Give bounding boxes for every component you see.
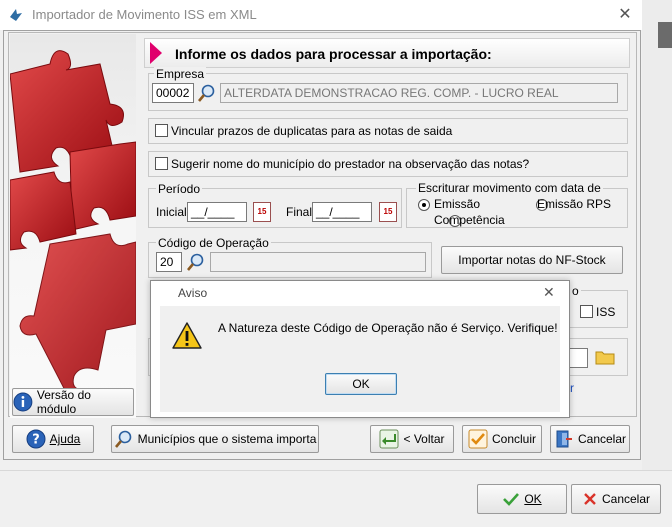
sugerir-checkbox[interactable] xyxy=(155,157,168,170)
modal-message: A Natureza deste Código de Operação não … xyxy=(218,321,558,335)
puzzle-image xyxy=(10,34,136,418)
search-icon xyxy=(114,430,131,448)
app-icon xyxy=(10,9,22,21)
concluir-button[interactable]: Concluir xyxy=(462,425,542,453)
codigo-field[interactable]: 20 xyxy=(156,252,182,272)
vincular-label: Vincular prazos de duplicatas para as no… xyxy=(171,124,453,138)
window-title: Importador de Movimento ISS em XML xyxy=(32,7,257,22)
codigo-search-icon[interactable] xyxy=(186,252,206,272)
municipios-button[interactable]: Municípios que o sistema importa xyxy=(111,425,319,453)
folder-icon[interactable] xyxy=(595,348,615,366)
ajuda-label: Ajuda xyxy=(49,432,81,446)
sugerir-label: Sugerir nome do município do prestador n… xyxy=(171,157,530,171)
emissao-label: Emissão xyxy=(434,197,481,211)
ok-button[interactable]: OK xyxy=(477,484,567,514)
check-icon xyxy=(468,429,488,449)
cancelar-inner-button[interactable]: Cancelar xyxy=(550,425,630,453)
vincular-checkbox[interactable] xyxy=(155,124,168,137)
empresa-code-field[interactable]: 00002 xyxy=(152,83,194,103)
periodo-label: Período xyxy=(156,182,203,196)
voltar-label: < Voltar xyxy=(403,432,445,446)
versao-modulo-label: Versão do módulo xyxy=(36,388,91,416)
modal-close-button[interactable]: ✕ xyxy=(543,284,555,301)
importar-nfstock-button[interactable]: Importar notas do NF-Stock xyxy=(441,246,623,274)
svg-text:?: ? xyxy=(32,433,40,448)
hidden-group-label: o xyxy=(570,284,581,298)
close-icon xyxy=(584,493,596,505)
door-exit-icon xyxy=(556,430,572,448)
modal-title: Aviso xyxy=(178,286,208,300)
concluir-label: Concluir xyxy=(491,432,536,446)
scrollbar-track[interactable] xyxy=(642,0,672,470)
inicial-calendar-icon[interactable]: 15 xyxy=(253,202,271,222)
empresa-search-icon[interactable] xyxy=(197,83,217,103)
versao-modulo-button[interactable]: Versão do módulo xyxy=(12,388,134,416)
help-icon: ? xyxy=(26,429,46,449)
periodo-inicial-label: Inicial xyxy=(156,205,187,219)
voltar-button[interactable]: < Voltar xyxy=(370,425,454,453)
modal-ok-button[interactable]: OK xyxy=(325,373,397,395)
header-arrow-icon xyxy=(150,42,162,64)
ok-label: OK xyxy=(524,492,542,506)
empresa-label: Empresa xyxy=(154,67,207,81)
iss-label: ISS xyxy=(596,305,616,319)
cancelar-label: Cancelar xyxy=(601,492,651,506)
emissao-radio[interactable] xyxy=(418,199,430,211)
codigo-desc-field xyxy=(210,252,426,272)
codigo-label: Código de Operação xyxy=(156,236,271,250)
periodo-inicial-field[interactable]: __/____ xyxy=(187,202,247,222)
cancelar-inner-label: Cancelar xyxy=(577,432,627,446)
competencia-label: Competência xyxy=(434,213,505,227)
periodo-final-field[interactable]: __/____ xyxy=(312,202,372,222)
empresa-name-field: ALTERDATA DEMONSTRACAO REG. COMP. - LUCR… xyxy=(220,83,618,103)
iss-checkbox[interactable] xyxy=(580,305,593,318)
periodo-final-label: Final xyxy=(286,205,313,219)
info-icon xyxy=(13,392,33,412)
header-title: Informe os dados para processar a import… xyxy=(175,46,492,62)
hidden-link-fragment[interactable]: r xyxy=(570,381,574,395)
emissao-rps-label: Emissão RPS xyxy=(537,197,612,211)
warning-icon xyxy=(172,322,202,349)
cancelar-button[interactable]: Cancelar xyxy=(571,484,661,514)
back-arrow-icon xyxy=(379,429,399,449)
escriturar-label: Escriturar movimento com data de xyxy=(416,181,603,195)
puzzle-illustration xyxy=(10,50,136,401)
final-calendar-icon[interactable]: 15 xyxy=(379,202,397,222)
scrollbar-thumb[interactable] xyxy=(658,22,672,48)
ajuda-button[interactable]: ? Ajuda xyxy=(12,425,94,453)
check-icon xyxy=(503,493,520,506)
municipios-label: Municípios que o sistema importa xyxy=(137,432,317,446)
window-close-button[interactable]: ✕ xyxy=(612,3,638,27)
